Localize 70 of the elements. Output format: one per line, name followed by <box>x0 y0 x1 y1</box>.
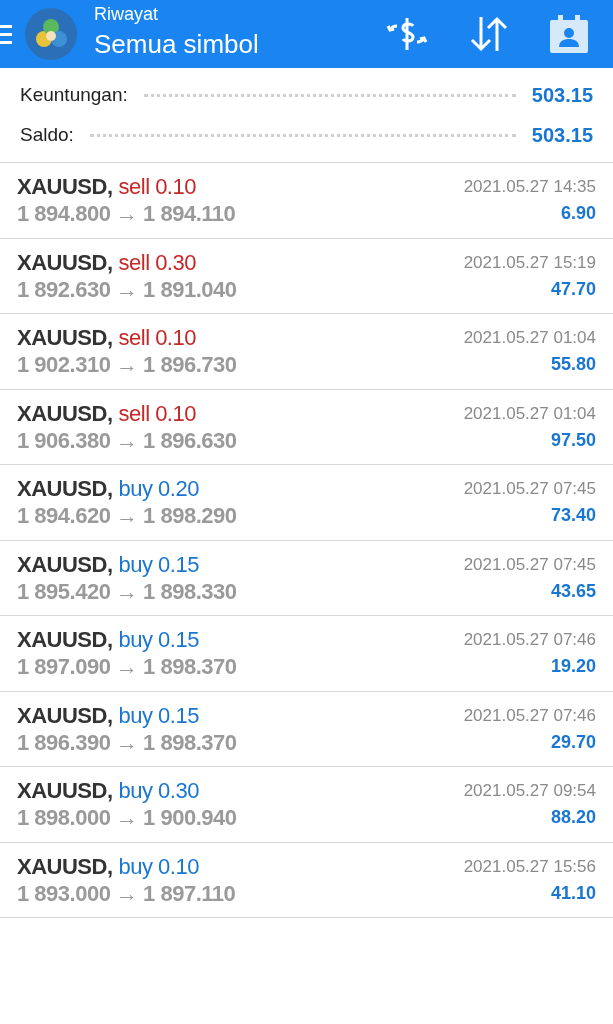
summary-label: Saldo: <box>20 122 74 147</box>
deal-symbol: XAUUSD, <box>17 248 113 276</box>
deal-row[interactable]: XAUUSD, buy 0.15 1 897.090 → 1 898.370 2021.05.27 07:46 19.20 <box>0 616 613 692</box>
deal-row[interactable]: XAUUSD, sell 0.10 1 902.310 → 1 896.730 2021.05.27 01:04 55.80 <box>0 314 613 390</box>
deal-prices: 1 895.420 → 1 898.330 <box>17 577 237 605</box>
deal-side: sell 0.10 <box>118 324 196 352</box>
deal-prices: 1 894.800 → 1 894.110 <box>17 200 236 228</box>
deal-prices: 1 894.620 → 1 898.290 <box>17 502 237 530</box>
deal-row[interactable]: XAUUSD, buy 0.20 1 894.620 → 1 898.290 2021.05.27 07:45 73.40 <box>0 465 613 541</box>
deal-time: 2021.05.27 07:45 <box>463 553 596 576</box>
deal-row[interactable]: XAUUSD, buy 0.30 1 898.000 → 1 900.940 2021.05.27 09:54 88.20 <box>0 767 613 843</box>
deal-side: sell 0.10 <box>118 173 196 201</box>
deal-side: sell 0.30 <box>118 248 196 276</box>
deal-time: 2021.05.27 01:04 <box>463 327 596 350</box>
deal-side: buy 0.30 <box>118 777 199 805</box>
deal-symbol: XAUUSD, <box>17 173 113 201</box>
deal-profit: 6.90 <box>560 202 596 226</box>
deal-profit: 88.20 <box>550 806 596 830</box>
sort-icon[interactable] <box>469 15 509 53</box>
deal-profit: 47.70 <box>550 277 596 301</box>
deal-prices: 1 896.390 → 1 898.370 <box>17 728 237 756</box>
deal-symbol: XAUUSD, <box>17 550 113 578</box>
screen-title: Riwayat <box>94 5 160 23</box>
deal-prices: 1 906.380 → 1 896.630 <box>17 426 237 454</box>
deal-row[interactable]: XAUUSD, buy 0.15 1 895.420 → 1 898.330 2021.05.27 07:45 43.65 <box>0 540 613 616</box>
deal-profit: 29.70 <box>550 730 596 754</box>
deal-time: 2021.05.27 15:56 <box>463 855 596 878</box>
deal-symbol: XAUUSD, <box>17 701 113 729</box>
deal-time: 2021.05.27 07:45 <box>463 478 596 501</box>
deal-profit: 97.50 <box>550 428 596 452</box>
summary-value: 503.15 <box>531 123 593 148</box>
deal-row[interactable]: XAUUSD, buy 0.15 1 896.390 → 1 898.370 2021.05.27 07:46 29.70 <box>0 691 613 767</box>
deal-profit: 19.20 <box>550 655 596 679</box>
deal-time: 2021.05.27 15:19 <box>463 251 596 274</box>
deal-side: buy 0.15 <box>118 550 199 578</box>
deal-time: 2021.05.27 14:35 <box>463 176 596 199</box>
deal-row[interactable]: XAUUSD, sell 0.10 1 894.800 → 1 894.110 2021.05.27 14:35 6.90 <box>0 163 613 239</box>
deal-symbol: XAUUSD, <box>17 626 113 654</box>
deal-prices: 1 892.630 → 1 891.040 <box>17 275 237 303</box>
deal-time: 2021.05.27 01:04 <box>463 402 596 425</box>
deal-profit: 73.40 <box>550 504 596 528</box>
app-logo <box>24 7 78 61</box>
deal-side: sell 0.10 <box>118 399 196 427</box>
deal-time: 2021.05.27 07:46 <box>463 704 596 727</box>
deal-row[interactable]: XAUUSD, sell 0.10 1 906.380 → 1 896.630 2021.05.27 01:04 97.50 <box>0 389 613 465</box>
summary-label: Keuntungan: <box>20 82 128 107</box>
deal-symbol: XAUUSD, <box>17 852 113 880</box>
deal-time: 2021.05.27 09:54 <box>463 780 596 803</box>
deal-side: buy 0.10 <box>118 852 199 880</box>
deal-side: buy 0.20 <box>118 475 199 503</box>
deal-prices: 1 902.310 → 1 896.730 <box>17 351 237 379</box>
deal-time: 2021.05.27 07:46 <box>463 629 596 652</box>
deal-symbol: XAUUSD, <box>17 324 113 352</box>
deal-row[interactable]: XAUUSD, sell 0.30 1 892.630 → 1 891.040 2021.05.27 15:19 47.70 <box>0 238 613 314</box>
filter-label[interactable]: Semua simbol <box>94 31 259 57</box>
deal-symbol: XAUUSD, <box>17 399 113 427</box>
deal-symbol: XAUUSD, <box>17 475 113 503</box>
deal-prices: 1 893.000 → 1 897.110 <box>17 879 236 907</box>
deal-side: buy 0.15 <box>118 701 199 729</box>
deal-side: buy 0.15 <box>118 626 199 654</box>
deal-symbol: XAUUSD, <box>17 777 113 805</box>
menu-icon[interactable] <box>0 23 12 45</box>
deal-profit: 55.80 <box>550 353 596 377</box>
deal-profit: 43.65 <box>550 579 596 603</box>
calendar-icon[interactable] <box>549 14 589 54</box>
deal-row[interactable]: XAUUSD, buy 0.10 1 893.000 → 1 897.110 2021.05.27 15:56 41.10 <box>0 842 613 918</box>
deal-prices: 1 898.000 → 1 900.940 <box>17 804 237 832</box>
summary-value: 503.15 <box>531 83 593 108</box>
deal-prices: 1 897.090 → 1 898.370 <box>17 653 237 681</box>
deal-profit: 41.10 <box>550 881 596 905</box>
